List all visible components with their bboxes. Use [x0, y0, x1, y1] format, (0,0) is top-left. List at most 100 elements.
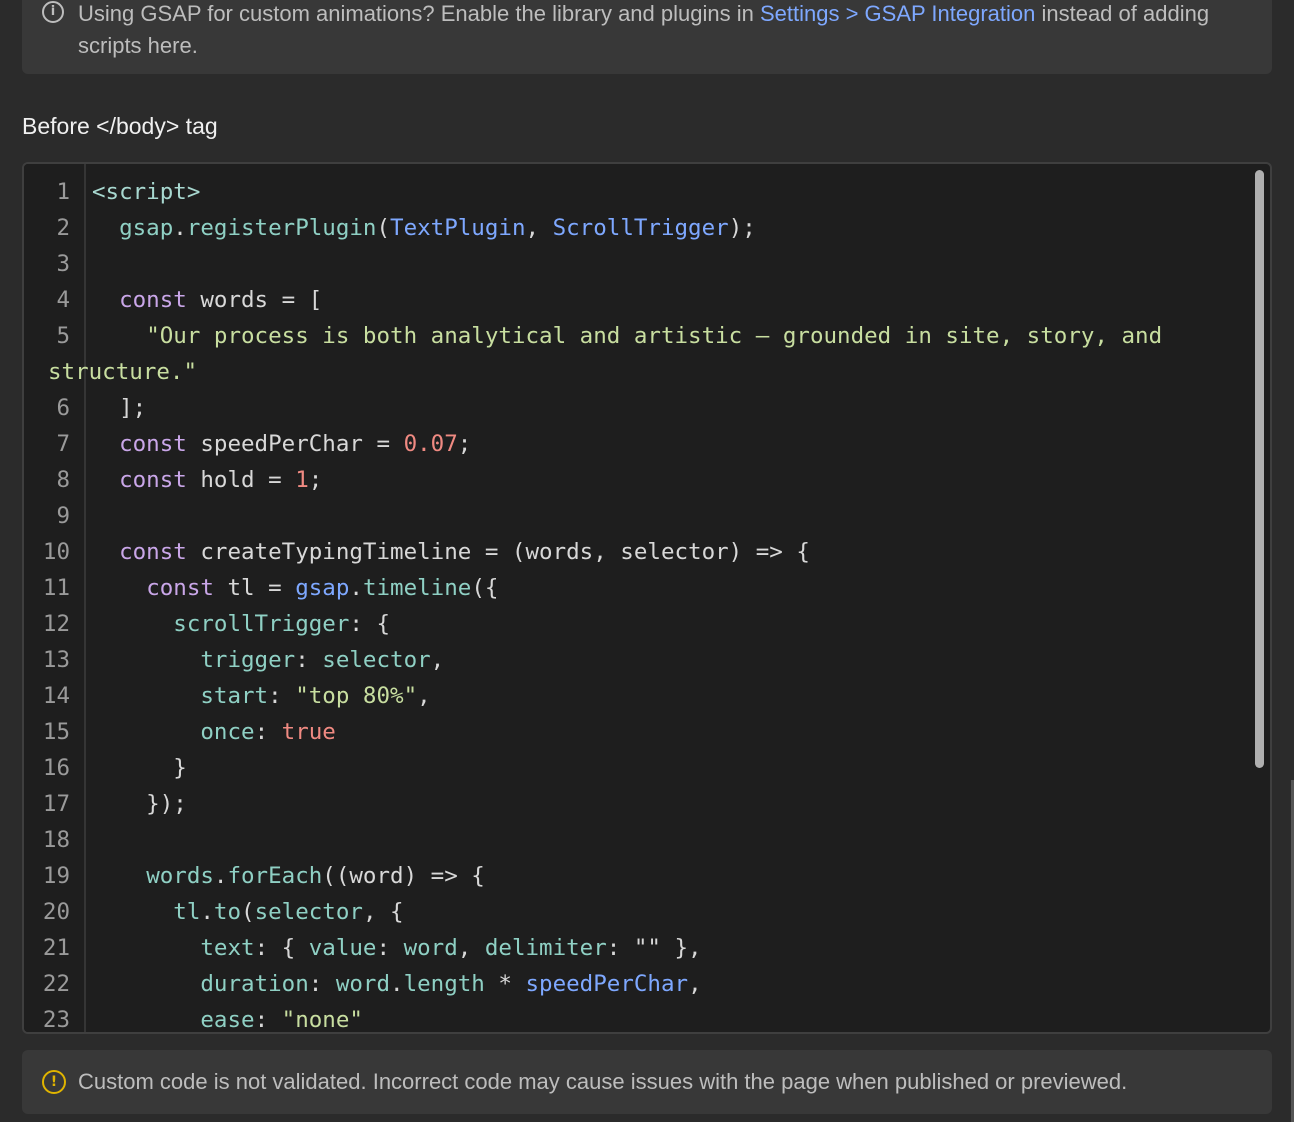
code-line: 17 });: [24, 786, 1254, 822]
code-token: (: [376, 215, 391, 241]
code-line: 16 }: [24, 750, 1254, 786]
code-token: words: [146, 863, 214, 889]
code-token: ,: [525, 215, 553, 241]
code-line: 22 duration: word.length * speedPerChar,: [24, 966, 1254, 1002]
line-number: 1: [56, 179, 70, 205]
gsap-settings-link[interactable]: Settings > GSAP Integration: [760, 1, 1035, 26]
line-number: 18: [42, 827, 70, 853]
editor-scrollbar[interactable]: [1255, 170, 1264, 768]
code-line: 10 const createTypingTimeline = (words, …: [24, 534, 1254, 570]
code-token: ,: [430, 647, 445, 673]
code-token: scrollTrigger: [173, 611, 350, 637]
line-number: 5: [56, 323, 70, 349]
code-token: ((word) => {: [322, 863, 485, 889]
code-token: 1: [295, 467, 309, 493]
code-token: structure.": [48, 359, 198, 385]
code-token: :: [268, 683, 296, 709]
code-token: createTypingTimeline = (words, selector)…: [186, 539, 810, 565]
warning-text: Custom code is not validated. Incorrect …: [78, 1069, 1128, 1094]
line-number: 7: [56, 431, 70, 457]
line-number: 12: [42, 611, 70, 637]
code-token: TextPlugin: [390, 215, 526, 241]
notice-text-before: Using GSAP for custom animations? Enable…: [78, 1, 760, 26]
code-token: once: [200, 719, 255, 745]
line-number: 2: [56, 215, 70, 241]
code-token: );: [728, 215, 756, 241]
code-line: 12 scrollTrigger: {: [24, 606, 1254, 642]
code-editor[interactable]: 1 <script> 2 gsap.registerPlugin(TextPlu…: [22, 162, 1272, 1034]
code-token: word: [335, 971, 391, 997]
code-token: const: [146, 575, 214, 601]
code-line: 8 const hold = 1;: [24, 462, 1254, 498]
line-number: 4: [56, 287, 70, 313]
code-line: 23 ease: "none": [24, 1002, 1254, 1033]
code-line: 13 trigger: selector,: [24, 642, 1254, 678]
line-number: 6: [56, 395, 70, 421]
code-token: , {: [362, 899, 404, 925]
code-token: duration: [200, 971, 309, 997]
code-token: registerPlugin: [186, 215, 377, 241]
code-token: .: [390, 971, 404, 997]
code-token: ;: [308, 467, 323, 493]
custom-code-panel: i Using GSAP for custom animations? Enab…: [0, 0, 1294, 1122]
code-token: : {: [349, 611, 391, 637]
line-number: 23: [42, 1007, 70, 1033]
code-token: ease: [200, 1007, 255, 1033]
before-body-tag-label: Before </body> tag: [22, 113, 218, 139]
code-token: });: [92, 791, 187, 817]
code-token: .: [200, 899, 214, 925]
code-token: delimiter: [484, 935, 607, 961]
line-number: 11: [42, 575, 70, 601]
code-token: ;: [457, 431, 472, 457]
code-line: 9: [24, 498, 1254, 534]
line-number: 20: [42, 899, 70, 925]
gsap-info-notice: i Using GSAP for custom animations? Enab…: [22, 0, 1272, 74]
warning-icon: !: [42, 1070, 66, 1094]
code-token: ,: [688, 971, 702, 997]
code-token: tl =: [213, 575, 296, 601]
code-token: :: [254, 1007, 282, 1033]
code-token: ({: [471, 575, 499, 601]
code-line: 2 gsap.registerPlugin(TextPlugin, Scroll…: [24, 210, 1254, 246]
code-line: 4 const words = [: [24, 282, 1254, 318]
line-number: 16: [42, 755, 70, 781]
code-line: 18: [24, 822, 1254, 858]
code-token: ,: [457, 935, 485, 961]
line-number: 22: [42, 971, 70, 997]
code-token: const: [119, 467, 187, 493]
line-number: 14: [42, 683, 70, 709]
line-number: 15: [42, 719, 70, 745]
code-token: .: [213, 863, 228, 889]
code-token: ,: [417, 683, 431, 709]
code-token: gsap: [119, 215, 174, 241]
code-token: "": [633, 935, 661, 961]
code-token: }: [92, 755, 187, 781]
code-token: "top 80%": [295, 683, 418, 709]
code-token: word: [403, 935, 458, 961]
line-number: 8: [56, 467, 70, 493]
code-token: text: [200, 935, 255, 961]
line-number: 10: [42, 539, 70, 565]
code-content[interactable]: 1 <script> 2 gsap.registerPlugin(TextPlu…: [24, 174, 1254, 1033]
code-line: 1 <script>: [24, 174, 1254, 210]
code-token: :: [308, 971, 336, 997]
code-line: 15 once: true: [24, 714, 1254, 750]
code-token: value: [308, 935, 377, 961]
code-token: selector: [254, 899, 363, 925]
code-token: *: [484, 971, 526, 997]
code-token: gsap: [295, 575, 350, 601]
line-number: 9: [56, 503, 70, 529]
